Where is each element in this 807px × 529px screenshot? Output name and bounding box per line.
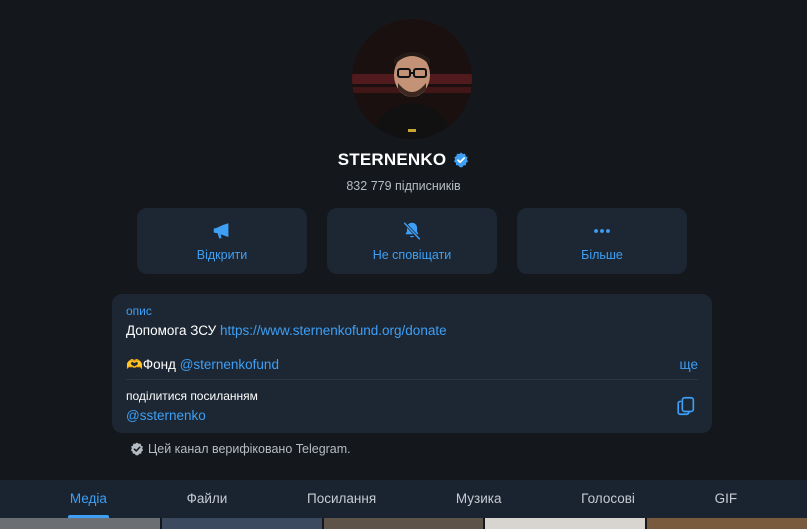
media-thumbnail[interactable]	[161, 518, 322, 529]
media-grid	[0, 518, 807, 529]
subscriber-count: 832 779 підписників	[346, 179, 461, 193]
mute-button-label: Не сповіщати	[372, 248, 452, 262]
more-button-label: Більше	[581, 248, 623, 262]
heart-hands-emoji: 🫶	[126, 357, 143, 372]
copy-icon[interactable]	[675, 395, 697, 417]
tab-media[interactable]: Медіа	[67, 480, 109, 518]
donate-link[interactable]: https://www.sternenkofund.org/donate	[220, 323, 447, 338]
media-thumbnail[interactable]	[0, 518, 160, 529]
description-line-1: Допомога ЗСУ https://www.sternenkofund.o…	[126, 323, 447, 338]
channel-name: STERNENKO	[337, 150, 447, 169]
fund-username-link[interactable]: @sternenkofund	[180, 357, 279, 372]
info-card: опис Допомога ЗСУ https://www.sternenkof…	[112, 294, 712, 433]
avatar-photo	[352, 19, 472, 139]
verified-small-icon	[130, 442, 144, 456]
megaphone-icon	[211, 220, 233, 242]
verified-badge-icon	[453, 152, 469, 168]
more-button[interactable]: Більше	[517, 208, 687, 274]
bell-slash-icon	[401, 220, 423, 242]
description-line-2: 🫶Фонд @sternenkofund	[126, 357, 279, 373]
share-link-label: поділитися посиланням	[126, 389, 258, 403]
open-button[interactable]: Відкрити	[137, 208, 307, 274]
fund-text: Фонд	[142, 357, 176, 372]
tab-gif[interactable]: GIF	[715, 480, 738, 518]
tab-voice[interactable]: Голосові	[581, 480, 635, 518]
tab-links[interactable]: Посилання	[307, 480, 376, 518]
verified-note-text: Цей канал верифіковано Telegram.	[148, 442, 351, 456]
avatar[interactable]	[352, 19, 472, 139]
channel-username-link[interactable]: @ssternenko	[126, 408, 206, 423]
description-heading: опис	[126, 304, 152, 318]
tab-files[interactable]: Файли	[187, 480, 228, 518]
channel-title-row: STERNENKO	[0, 150, 807, 170]
channel-profile: STERNENKO 832 779 підписників Відкрити Н…	[0, 0, 807, 529]
open-button-label: Відкрити	[196, 248, 248, 262]
media-thumbnail[interactable]	[485, 518, 646, 529]
more-dots-icon	[591, 220, 613, 242]
media-thumbnail[interactable]	[323, 518, 484, 529]
divider	[126, 379, 698, 380]
mute-button[interactable]: Не сповіщати	[327, 208, 497, 274]
verified-note: Цей канал верифіковано Telegram.	[130, 442, 351, 456]
description-text: Допомога ЗСУ	[126, 323, 217, 338]
show-more-link[interactable]: ще	[680, 357, 698, 372]
action-buttons: Відкрити Не сповіщати Більше	[137, 208, 687, 274]
media-tabs: Медіа Файли Посилання Музика Голосові GI…	[0, 480, 807, 518]
tab-music[interactable]: Музика	[456, 480, 502, 518]
media-thumbnail[interactable]	[647, 518, 807, 529]
